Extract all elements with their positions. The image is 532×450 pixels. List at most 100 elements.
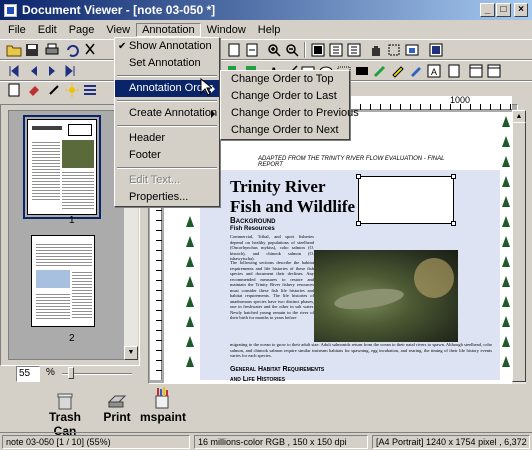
annotation-handle[interactable] [356, 221, 361, 226]
brush-icon[interactable] [46, 82, 62, 98]
brightness-icon[interactable] [64, 82, 80, 98]
status-color: 16 millions-color RGB , 150 x 150 dpi [194, 435, 368, 449]
snapshot-icon[interactable] [404, 42, 420, 58]
close-button[interactable]: × [514, 3, 528, 17]
doc-section-2-line1: General Habitat Requirements [230, 366, 325, 373]
highlighter-icon[interactable] [390, 63, 406, 79]
panel-right-icon[interactable] [486, 63, 502, 79]
zoom-input[interactable]: 55 [16, 366, 40, 382]
status-file: note 03-050 [1 / 10] (55%) [2, 435, 190, 449]
status-page: [A4 Portrait] 1240 x 1754 pixel , 6,372 [372, 435, 530, 449]
undo-icon[interactable] [64, 42, 80, 58]
image-annotation-icon[interactable]: A [426, 63, 442, 79]
menu-edit-text: Edit Text... [129, 174, 181, 186]
dock-mspaint[interactable]: mspaint [138, 386, 188, 424]
menu-page[interactable]: Page [63, 23, 101, 37]
printer-icon [107, 392, 127, 410]
menu-help[interactable]: Help [252, 23, 287, 37]
minimize-button[interactable]: _ [480, 3, 495, 17]
doc-para-2: The following sections describe the habi… [230, 260, 314, 320]
note-icon[interactable] [446, 63, 462, 79]
pen-tool-icon[interactable] [372, 63, 388, 79]
menu-header[interactable]: Header [115, 130, 219, 147]
dock-print[interactable]: Print [102, 392, 132, 424]
trash-can-icon [57, 392, 73, 410]
submenu-arrow-icon [211, 110, 215, 118]
first-page-icon[interactable] [6, 63, 22, 79]
previous-page-icon[interactable] [26, 63, 42, 79]
menu-view[interactable]: View [100, 23, 136, 37]
open-folder-icon[interactable] [6, 42, 22, 58]
doc-header: ADAPTED FROM THE TRINITY RIVER FLOW EVAL… [258, 156, 445, 168]
zoom-slider-thumb[interactable] [68, 367, 74, 379]
scroll-thumb[interactable] [512, 122, 526, 382]
zoom-unit: % [46, 367, 55, 378]
doc-title-line1: Trinity River [230, 177, 326, 196]
thumbnail-page-1[interactable] [23, 115, 101, 219]
menu-properties[interactable]: Properties... [115, 189, 219, 206]
menu-window[interactable]: Window [201, 23, 252, 37]
last-page-icon[interactable] [62, 63, 78, 79]
checkmark-icon: ✔ [118, 41, 127, 52]
menu-file[interactable]: File [2, 23, 32, 37]
annotation-box[interactable] [356, 174, 456, 226]
save-icon[interactable] [24, 42, 40, 58]
next-page-icon[interactable] [44, 63, 60, 79]
fit-width-icon[interactable] [244, 42, 260, 58]
ruler-mark: 1000 [450, 95, 471, 105]
two-page-icon[interactable] [328, 42, 344, 58]
fish-photo [314, 250, 458, 342]
maximize-button[interactable]: □ [496, 3, 511, 17]
hand-tool-icon[interactable] [368, 42, 384, 58]
menu-order-last[interactable]: Change Order to Last [221, 88, 349, 105]
zoom-in-icon[interactable] [266, 42, 282, 58]
menu-order-top[interactable]: Change Order to Top [221, 71, 349, 88]
doc-title-line2: Fish and Wildlife [230, 197, 356, 216]
annotation-menu: ✔ Show Annotation Set Annotation Annotati… [114, 37, 220, 207]
menu-edit[interactable]: Edit [32, 23, 63, 37]
annotation-order-submenu: Change Order to Top Change Order to Last… [220, 70, 359, 140]
thumbnail-label-2: 2 [69, 333, 75, 344]
menu-create-annotation[interactable]: Create Annotation [115, 105, 219, 122]
viewer-scrollbar[interactable]: ▲ [512, 110, 526, 384]
annotation-handle[interactable] [451, 174, 456, 179]
stamp-icon[interactable] [408, 63, 424, 79]
menu-annotation[interactable]: Annotation [136, 22, 201, 37]
continuous-page-icon[interactable] [346, 42, 362, 58]
menu-footer[interactable]: Footer [115, 147, 219, 164]
menu-show-annotation[interactable]: ✔ Show Annotation [115, 38, 219, 55]
scroll-down-icon[interactable]: ▼ [124, 346, 138, 360]
fit-page-icon[interactable] [226, 42, 242, 58]
doc-subsection: Fish Resources [230, 226, 275, 232]
zoom-out-icon[interactable] [284, 42, 300, 58]
title-bar: Document Viewer - [note 03-050 *] _ □ × [0, 0, 532, 20]
cut-icon[interactable] [82, 42, 98, 58]
app-icon [4, 3, 17, 17]
rotate-icon[interactable] [6, 82, 22, 98]
annotation-handle[interactable] [451, 221, 456, 226]
menu-bar: File Edit Page View Annotation Window He… [0, 20, 532, 39]
select-tool-icon[interactable] [386, 42, 402, 58]
menu-order-previous[interactable]: Change Order to Previous [221, 105, 359, 122]
filled-rectangle-icon[interactable] [354, 63, 370, 79]
paint-icon [153, 386, 173, 410]
menu-order-next[interactable]: Change Order to Next [221, 122, 349, 139]
panel-left-icon[interactable] [468, 63, 484, 79]
menu-set-annotation[interactable]: Set Annotation [115, 55, 219, 72]
toolbar-main [0, 39, 532, 60]
doc-para-1: Commercial, Tribal, and sport fisheries … [230, 234, 314, 261]
thumbnail-label-1: 1 [69, 215, 75, 226]
window-title: Document Viewer - [note 03-050 *] [22, 3, 216, 17]
cursor-icon [200, 77, 214, 96]
thumbnail-view-icon[interactable] [428, 42, 444, 58]
crop-icon[interactable] [26, 82, 42, 98]
doc-para-3: migrating to the ocean to grow to their … [230, 342, 492, 358]
print-icon[interactable] [44, 42, 60, 58]
svg-text:A: A [431, 67, 437, 77]
annotation-handle[interactable] [356, 174, 361, 179]
adjust-icon[interactable] [82, 82, 98, 98]
status-bar: note 03-050 [1 / 10] (55%) 16 millions-c… [0, 432, 532, 450]
doc-section: Background [230, 216, 276, 225]
thumbnail-page-2[interactable] [31, 235, 95, 327]
single-page-icon[interactable] [310, 42, 326, 58]
